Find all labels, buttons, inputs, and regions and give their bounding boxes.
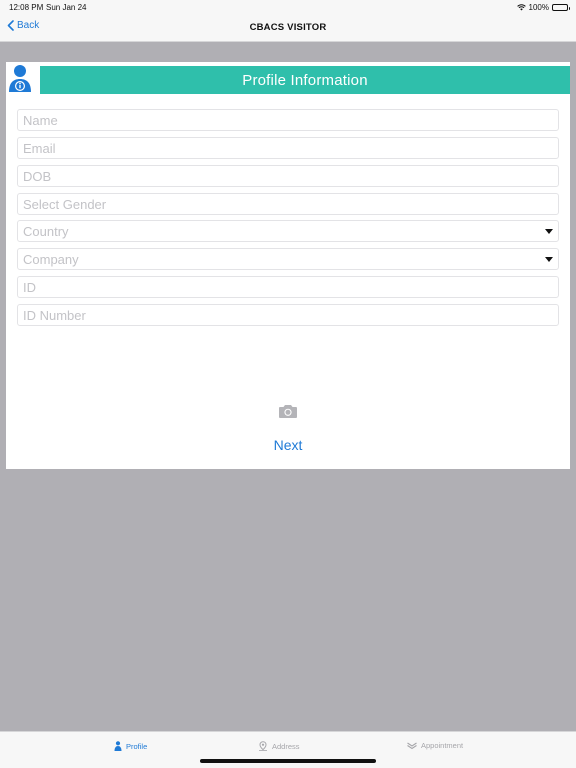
company-dropdown[interactable] xyxy=(17,248,559,270)
email-input[interactable] xyxy=(18,138,558,158)
status-date: Sun Jan 24 xyxy=(46,3,87,12)
name-field[interactable] xyxy=(17,109,559,131)
tab-label: Appointment xyxy=(421,741,464,750)
profile-icon xyxy=(114,741,122,751)
profile-card: Profile Information Next xyxy=(6,62,570,469)
dropdown-arrow-icon[interactable] xyxy=(545,257,553,262)
nav-bar: Back CBACS VISITOR xyxy=(0,14,576,42)
home-indicator[interactable] xyxy=(200,759,376,763)
dropdown-arrow-icon[interactable] xyxy=(545,229,553,234)
page-title: CBACS VISITOR xyxy=(249,22,327,33)
gender-input[interactable] xyxy=(18,194,558,214)
status-time: 12:08 PM xyxy=(9,3,44,12)
wifi-icon xyxy=(516,4,526,11)
name-input[interactable] xyxy=(18,110,558,130)
dob-input[interactable] xyxy=(18,166,558,186)
card-title: Profile Information xyxy=(242,71,368,89)
card-header: Profile Information xyxy=(6,64,570,94)
company-input[interactable] xyxy=(18,249,558,269)
country-dropdown[interactable] xyxy=(17,220,559,242)
header-bar: Profile Information xyxy=(40,66,570,94)
id-field[interactable] xyxy=(17,276,559,298)
tab-label: Profile xyxy=(126,741,148,751)
battery-percent: 100% xyxy=(528,3,549,12)
profile-info-icon xyxy=(6,64,40,94)
camera-icon[interactable] xyxy=(279,404,297,418)
country-input[interactable] xyxy=(18,221,558,241)
status-bar: 12:08 PM Sun Jan 24 100% xyxy=(0,0,576,14)
tab-address[interactable]: Address xyxy=(258,741,300,751)
appointment-icon xyxy=(407,742,417,749)
id-input[interactable] xyxy=(18,277,558,297)
id-number-input[interactable] xyxy=(18,305,558,325)
address-icon xyxy=(259,741,267,751)
gender-field[interactable] xyxy=(17,193,559,215)
tab-label: Address xyxy=(272,741,300,751)
status-right: 100% xyxy=(516,3,570,12)
tab-appointment[interactable]: Appointment xyxy=(407,741,463,750)
tab-profile[interactable]: Profile xyxy=(114,741,147,751)
next-button[interactable]: Next xyxy=(258,437,318,455)
id-number-field[interactable] xyxy=(17,304,559,326)
email-field[interactable] xyxy=(17,137,559,159)
battery-icon xyxy=(552,4,570,11)
dob-field[interactable] xyxy=(17,165,559,187)
